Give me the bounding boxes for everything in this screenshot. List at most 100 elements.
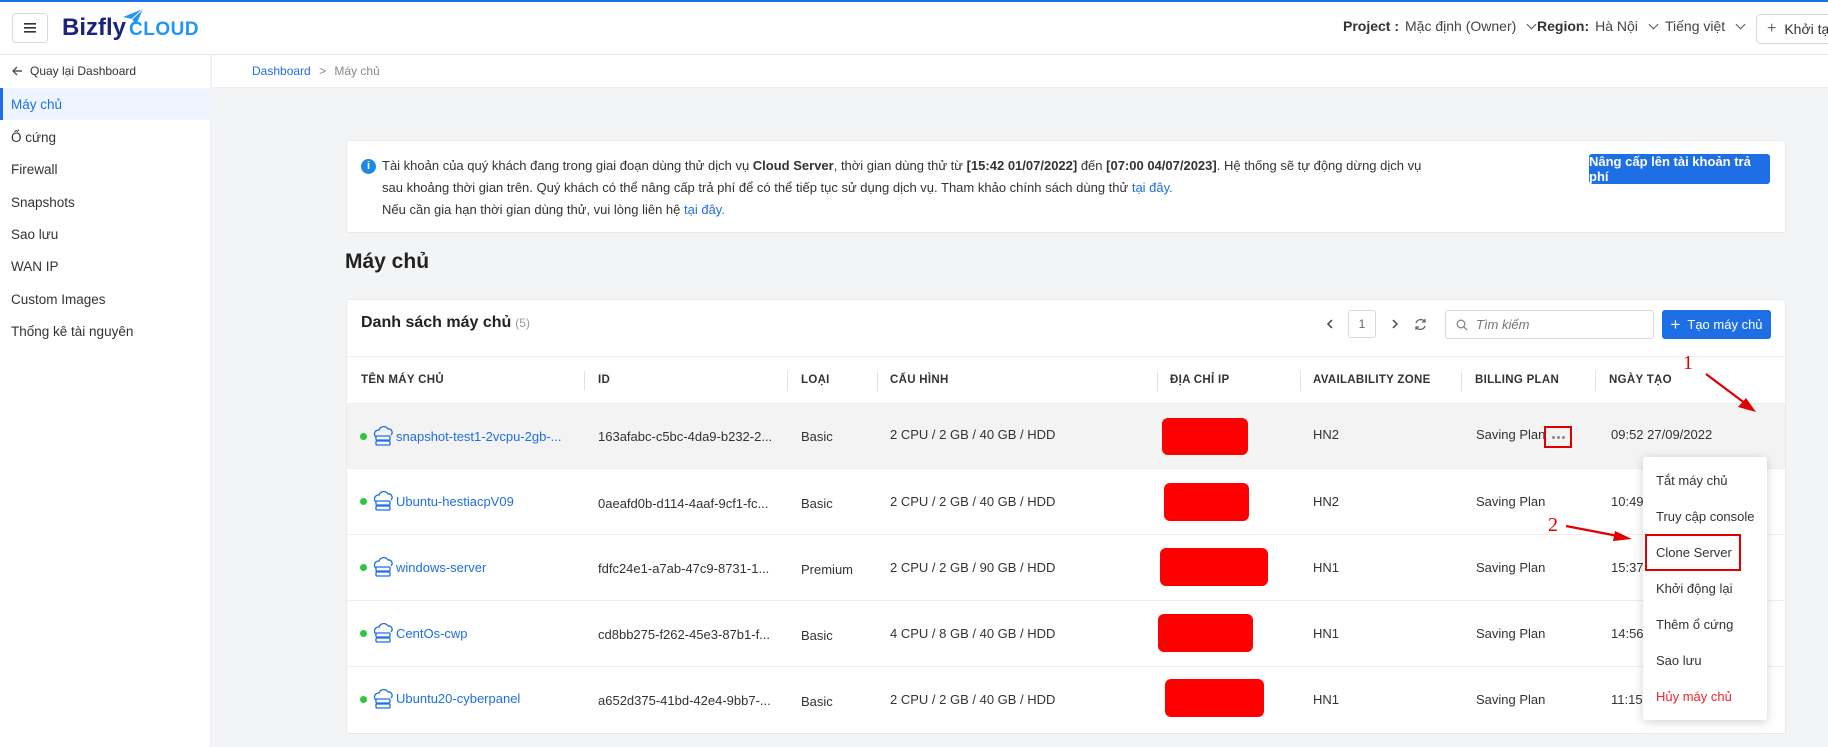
- create-server-button[interactable]: + Tạo máy chủ: [1662, 310, 1771, 339]
- table-row[interactable]: CentOs-cwp cd8bb275-f262-45e3-87b1-f... …: [347, 601, 1785, 667]
- region-value: Hà Nội: [1595, 18, 1638, 34]
- menu-item-shutdown[interactable]: Tắt máy chủ: [1656, 473, 1728, 488]
- menu-item-console[interactable]: Truy cập console: [1656, 509, 1755, 524]
- upgrade-account-button[interactable]: Nâng cấp lên tài khoản trả phí: [1589, 154, 1770, 184]
- server-type: Basic: [801, 496, 833, 511]
- bizfly-logo[interactable]: Bizfly CLOUD: [62, 8, 199, 42]
- table-row[interactable]: Ubuntu-hestiacpV09 0aeafd0b-d114-4aaf-9c…: [347, 469, 1785, 535]
- chevron-right-icon: [1392, 319, 1399, 329]
- notice-part: đến: [1077, 158, 1107, 173]
- server-type: Basic: [801, 429, 833, 444]
- server-name-link[interactable]: snapshot-test1-2vcpu-2gb-...: [396, 429, 561, 444]
- sidebar-item-snapshots[interactable]: Snapshots: [0, 186, 211, 218]
- server-list-title-text: Danh sách máy chủ: [361, 314, 512, 331]
- menu-item-add-disk[interactable]: Thêm ổ cứng: [1656, 617, 1733, 632]
- status-running-dot: [360, 564, 367, 571]
- billing-plan: Saving Plan: [1476, 626, 1546, 641]
- table-row[interactable]: Ubuntu20-cyberpanel a652d375-41bd-42e4-9…: [347, 667, 1785, 733]
- sidebar-item-custom-images[interactable]: Custom Images: [0, 283, 211, 315]
- sidebar-item-wan-ip[interactable]: WAN IP: [0, 250, 211, 282]
- current-page[interactable]: 1: [1348, 310, 1376, 338]
- cloud-server-icon: [373, 622, 393, 643]
- table-row[interactable]: snapshot-test1-2vcpu-2gb-... 163afabc-c5…: [347, 404, 1785, 469]
- server-list-title: Danh sách máy chủ (5): [361, 314, 530, 332]
- status-running-dot: [360, 630, 367, 637]
- server-count: (5): [515, 316, 530, 330]
- created-date: 15:37: [1611, 560, 1644, 575]
- menu-item-backup[interactable]: Sao lưu: [1656, 653, 1702, 668]
- menu-item-restart[interactable]: Khởi động lại: [1656, 581, 1732, 596]
- region-selector[interactable]: Region: Hà Nội: [1537, 18, 1659, 34]
- create-resource-button[interactable]: + Khởi tạo: [1756, 14, 1828, 44]
- created-date: 14:56: [1611, 626, 1644, 641]
- sidebar-item-servers[interactable]: Máy chủ: [0, 88, 211, 120]
- logo-main-text: Bizfly: [62, 14, 127, 41]
- sidebar-item-label: WAN IP: [11, 258, 59, 274]
- search-input[interactable]: [1476, 317, 1636, 332]
- trial-notice: i Tài khoản của quý khách đang trong gia…: [346, 140, 1786, 233]
- row-actions-menu: Tắt máy chủ Truy cập console Clone Serve…: [1643, 457, 1767, 720]
- server-config: 4 CPU / 8 GB / 40 GB / HDD: [890, 626, 1056, 641]
- breadcrumb-separator: >: [319, 64, 327, 78]
- menu-item-delete-server[interactable]: Hủy máy chủ: [1656, 689, 1732, 704]
- col-name: TÊN MÁY CHỦ: [361, 374, 444, 386]
- column-divider: [787, 371, 788, 391]
- server-name-link[interactable]: Ubuntu-hestiacpV09: [396, 494, 514, 509]
- more-dots-icon: [1561, 435, 1565, 439]
- redacted-ip: [1158, 614, 1253, 652]
- server-zone: HN2: [1313, 494, 1340, 509]
- col-zone: AVAILABILITY ZONE: [1313, 374, 1431, 386]
- chevron-down-icon: [1735, 19, 1746, 29]
- col-config: CẤU HÌNH: [890, 374, 949, 386]
- redacted-ip: [1165, 679, 1264, 717]
- sidebar-item-backup[interactable]: Sao lưu: [0, 218, 211, 250]
- server-zone: HN2: [1313, 427, 1340, 442]
- refresh-button[interactable]: [1407, 310, 1433, 338]
- back-label: Quay lại Dashboard: [30, 64, 137, 78]
- notice-part: Tài khoản của quý khách đang trong giai …: [382, 158, 753, 173]
- sidebar-item-disks[interactable]: Ổ cứng: [0, 121, 211, 153]
- top-bar: Bizfly CLOUD Project : Mặc định (Owner) …: [0, 0, 1828, 55]
- language-selector[interactable]: Tiếng việt: [1665, 18, 1746, 34]
- server-name-link[interactable]: windows-server: [396, 560, 486, 575]
- more-dots-icon: [1551, 435, 1555, 439]
- server-config: 2 CPU / 2 GB / 40 GB / HDD: [890, 494, 1056, 509]
- notice-text: Tài khoản của quý khách đang trong giai …: [382, 155, 1422, 221]
- column-divider: [1595, 371, 1596, 391]
- col-type: LOẠI: [801, 374, 830, 386]
- next-page-button[interactable]: [1382, 310, 1408, 338]
- cloud-server-icon: [373, 688, 393, 709]
- breadcrumb: Dashboard > Máy chủ: [252, 64, 380, 78]
- redacted-ip: [1160, 548, 1268, 586]
- cloud-server-icon: [373, 425, 393, 446]
- column-divider: [1300, 371, 1301, 391]
- server-id: cd8bb275-f262-45e3-87b1-f...: [598, 627, 771, 642]
- breadcrumb-dashboard-link[interactable]: Dashboard: [252, 64, 311, 78]
- breadcrumb-bar: Dashboard > Máy chủ: [212, 55, 1828, 88]
- redacted-ip: [1164, 483, 1249, 521]
- search-box[interactable]: [1445, 310, 1654, 339]
- page-title: Máy chủ: [345, 250, 430, 273]
- billing-plan: Saving Plan: [1476, 560, 1546, 575]
- menu-toggle-button[interactable]: [12, 13, 48, 43]
- back-to-dashboard-link[interactable]: Quay lại Dashboard: [12, 64, 136, 78]
- annotation-number-1: 1: [1683, 352, 1693, 374]
- server-name-link[interactable]: Ubuntu20-cyberpanel: [396, 691, 520, 706]
- region-label: Region:: [1537, 18, 1590, 34]
- search-icon: [1456, 319, 1468, 330]
- billing-plan: Saving Plan: [1476, 494, 1546, 509]
- table-row[interactable]: windows-server fdfc24e1-a7ab-47c9-8731-1…: [347, 535, 1785, 601]
- trial-policy-link[interactable]: tại đây.: [1132, 180, 1173, 195]
- column-divider: [584, 371, 585, 391]
- sidebar-item-resource-stats[interactable]: Thống kê tài nguyên: [0, 315, 211, 347]
- redacted-ip: [1162, 418, 1248, 455]
- contact-link[interactable]: tại đây.: [684, 202, 725, 217]
- column-divider: [877, 371, 878, 391]
- row-actions-button[interactable]: [1544, 426, 1572, 448]
- prev-page-button[interactable]: [1317, 310, 1343, 338]
- server-name-link[interactable]: CentOs-cwp: [396, 626, 468, 641]
- server-id: 163afabc-c5bc-4da9-b232-2...: [598, 429, 773, 444]
- sidebar-item-firewall[interactable]: Firewall: [0, 153, 211, 185]
- more-dots-icon: [1556, 435, 1560, 439]
- project-selector[interactable]: Project : Mặc định (Owner): [1343, 18, 1537, 34]
